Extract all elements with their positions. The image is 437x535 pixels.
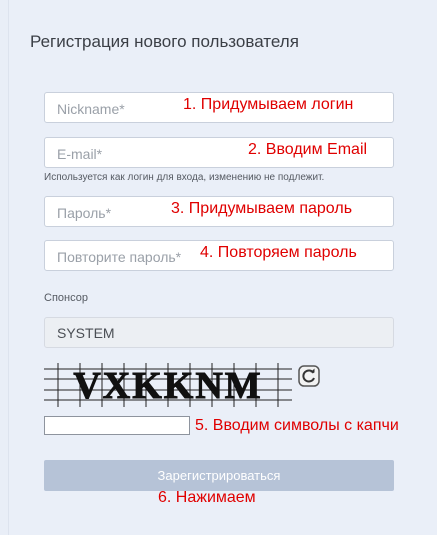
- email-hint: Используется как логин для входа, измене…: [44, 172, 325, 183]
- register-button-label: Зарегистрироваться: [157, 468, 281, 483]
- annotation-step-5: 5. Вводим символы с капчи: [195, 417, 399, 434]
- sponsor-field: SYSTEM: [44, 317, 394, 348]
- refresh-icon[interactable]: [298, 365, 320, 387]
- captcha-input[interactable]: [44, 416, 190, 435]
- annotation-step-3: 3. Придумываем пароль: [171, 200, 353, 217]
- password-repeat-placeholder: Повторите пароль*: [57, 249, 182, 265]
- password-placeholder: Пароль*: [57, 205, 112, 221]
- captcha-image: VXKKNM: [44, 363, 292, 407]
- captcha-text: VXKKNM: [73, 365, 262, 407]
- sponsor-value: SYSTEM: [57, 325, 115, 341]
- page-title: Регистрация нового пользователя: [30, 32, 299, 51]
- sponsor-label: Спонсор: [44, 292, 88, 304]
- annotation-step-4: 4. Повторяем пароль: [200, 244, 357, 261]
- annotation-step-2: 2. Вводим Email: [248, 141, 368, 158]
- annotation-step-6: 6. Нажимаем: [158, 489, 256, 506]
- annotation-step-1: 1. Придумываем логин: [183, 96, 354, 113]
- email-placeholder: E-mail*: [57, 146, 103, 162]
- nickname-placeholder: Nickname*: [57, 101, 125, 117]
- register-button[interactable]: Зарегистрироваться: [44, 460, 394, 491]
